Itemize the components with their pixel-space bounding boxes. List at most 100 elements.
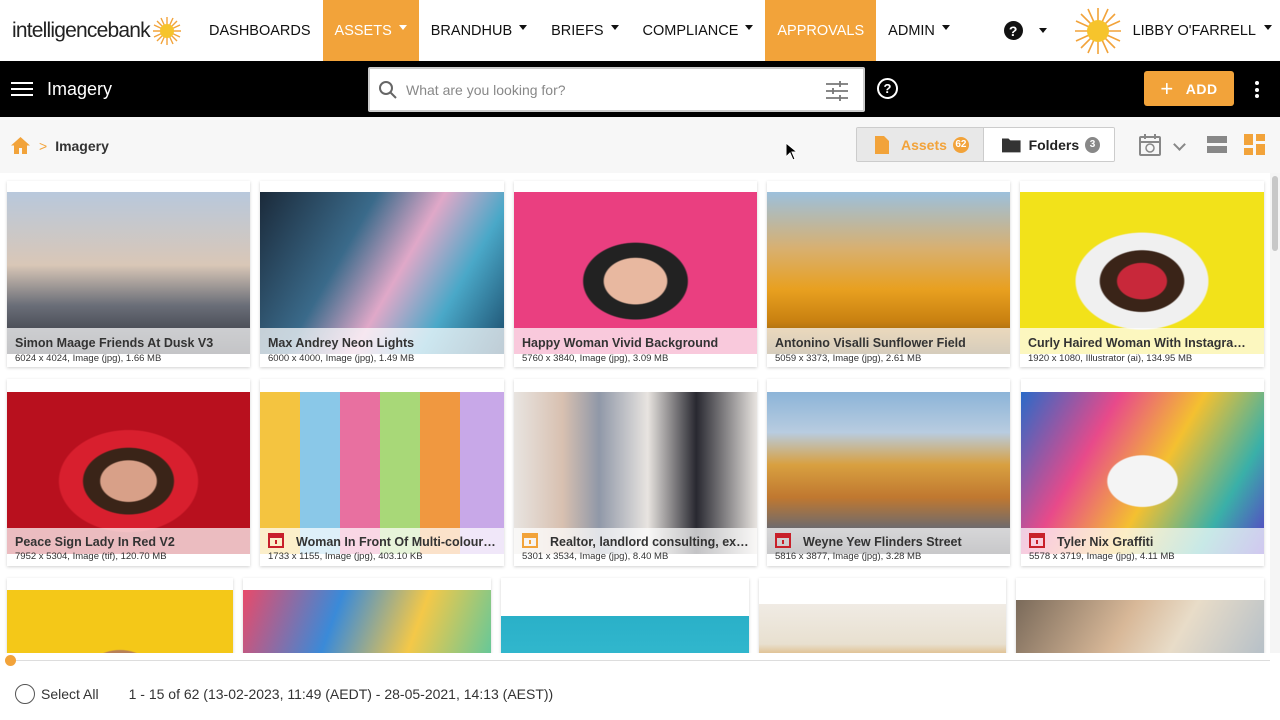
assets-count-badge: 62	[952, 136, 969, 153]
asset-card[interactable]: Tyler Nix Graffiti 5578 x 3719, Image (j…	[1021, 379, 1264, 566]
nav-admin[interactable]: ADMIN	[876, 0, 962, 61]
search-icon	[379, 80, 397, 99]
footer-bar: Select All 1 - 15 of 62 (13-02-2023, 11:…	[0, 667, 1280, 720]
mouse-cursor-icon	[786, 143, 798, 161]
asset-card[interactable]	[501, 578, 749, 653]
sun-logo-icon	[152, 16, 181, 45]
assets-tab[interactable]: Assets 62	[857, 128, 984, 161]
asset-card[interactable]: Happy Woman Vivid Background 5760 x 3840…	[514, 181, 757, 367]
folders-count-badge: 3	[1085, 136, 1100, 153]
nav-dashboards[interactable]: DASHBOARDS	[197, 0, 323, 61]
asset-card[interactable]: Curly Haired Woman With Instagram Frame …	[1020, 181, 1264, 367]
asset-card[interactable]	[759, 578, 1006, 653]
asset-title: Peace Sign Lady In Red V2	[15, 535, 175, 549]
breadcrumb-current: Imagery	[55, 137, 109, 154]
view-toggle: Assets 62 Folders 3	[856, 127, 1115, 162]
asset-meta: 5760 x 3840, Image (jpg), 3.09 MB	[522, 353, 669, 364]
nav-approvals[interactable]: APPROVALS	[765, 0, 877, 61]
horizontal-scroll-track[interactable]	[0, 653, 1280, 667]
select-all-label[interactable]: Select All	[41, 686, 99, 702]
caret-down-icon	[398, 25, 407, 30]
asset-title: Weyne Yew Flinders Street	[803, 535, 962, 549]
nav-assets[interactable]: ASSETS	[322, 0, 419, 61]
asset-title: Simon Maage Friends At Dusk V3	[15, 336, 214, 350]
caret-down-icon	[1264, 25, 1272, 30]
breadcrumb: > Imagery	[11, 137, 109, 154]
calendar-sort-icon[interactable]	[1139, 134, 1161, 156]
asset-card[interactable]	[243, 578, 491, 653]
brand-logo[interactable]: intelligencebank	[0, 0, 197, 61]
breadcrumb-separator: >	[39, 137, 48, 154]
calendar-flag-icon	[522, 533, 538, 548]
folders-tab[interactable]: Folders 3	[984, 128, 1114, 161]
asset-card[interactable]: Realtor, landlord consulting, explaining…	[514, 379, 757, 566]
asset-title: Curly Haired Woman With Instagram Frame	[1028, 336, 1256, 350]
results-range: 1 - 15 of 62 (13-02-2023, 11:49 (AEDT) -…	[128, 685, 554, 702]
folder-icon	[1002, 138, 1021, 152]
asset-card[interactable]: Simon Maage Friends At Dusk V3 6024 x 40…	[7, 181, 250, 367]
asset-thumbnail	[501, 616, 749, 653]
caret-down-icon	[941, 25, 950, 30]
home-icon[interactable]	[11, 137, 30, 154]
nav-briefs[interactable]: BRIEFS	[539, 0, 630, 61]
caret-down-icon	[610, 25, 619, 30]
search-input[interactable]	[406, 81, 806, 98]
asset-meta: 5059 x 3373, Image (jpg), 2.61 MB	[775, 353, 922, 364]
vertical-scrollbar[interactable]	[1270, 173, 1280, 653]
asset-meta: 5816 x 3877, Image (jpg), 3.28 MB	[775, 551, 922, 562]
caret-down-icon	[519, 25, 528, 30]
help-icon: ?	[1003, 21, 1023, 40]
asset-title: Woman In Front Of Multi-coloured Wall	[296, 535, 496, 549]
breadcrumb-bar: > Imagery Assets 62 Folders 3	[0, 117, 1280, 173]
asset-card[interactable]	[1016, 578, 1264, 653]
asset-title: Antonino Visalli Sunflower Field	[775, 336, 966, 350]
calendar-flag-icon	[268, 533, 284, 548]
asset-card[interactable]	[7, 578, 233, 653]
select-all-checkbox[interactable]	[15, 683, 35, 704]
asset-title: Happy Woman Vivid Background	[522, 336, 719, 350]
asset-card[interactable]: Peace Sign Lady In Red V2 7952 x 5304, I…	[7, 379, 250, 566]
asset-card[interactable]: Weyne Yew Flinders Street 5816 x 3877, I…	[767, 379, 1010, 566]
more-options-icon[interactable]	[1255, 81, 1261, 101]
toolbar: Imagery ? + ADD	[0, 61, 1280, 117]
chevron-down-icon[interactable]	[1173, 138, 1186, 151]
list-view-icon[interactable]	[1207, 136, 1227, 153]
plus-icon: +	[1160, 75, 1174, 101]
brand-wordmark: intelligencebank	[12, 18, 151, 42]
user-menu[interactable]: LIBBY O'FARRELL	[1057, 6, 1280, 56]
asset-thumbnail	[7, 590, 233, 653]
top-navigation: intelligencebank DASHBOARDS ASSETS BRAND…	[0, 0, 1280, 61]
file-icon	[875, 135, 889, 154]
filter-sliders-icon[interactable]	[825, 80, 849, 102]
nav-compliance[interactable]: COMPLIANCE	[631, 0, 766, 61]
calendar-flag-icon	[775, 533, 791, 548]
menu-icon[interactable]	[11, 78, 33, 100]
asset-grid: Simon Maage Friends At Dusk V3 6024 x 40…	[0, 173, 1270, 653]
asset-thumbnail	[759, 604, 1006, 653]
help-menu[interactable]: ?	[994, 21, 1057, 40]
asset-card[interactable]: Max Andrey Neon Lights 6000 x 4000, Imag…	[260, 181, 504, 367]
avatar	[1074, 7, 1121, 54]
asset-meta: 5578 x 3719, Image (jpg), 4.11 MB	[1029, 551, 1175, 562]
asset-title: Tyler Nix Graffiti	[1057, 535, 1154, 549]
asset-thumbnail	[1016, 600, 1264, 653]
asset-card[interactable]: Woman In Front Of Multi-coloured Wall 17…	[260, 379, 504, 566]
scroll-handle[interactable]	[5, 655, 16, 666]
search-box[interactable]	[368, 67, 865, 112]
asset-card[interactable]: Antonino Visalli Sunflower Field 5059 x …	[767, 181, 1010, 367]
nav-brandhub[interactable]: BRANDHUB	[419, 0, 539, 61]
asset-meta: 7952 x 5304, Image (tif), 120.70 MB	[15, 551, 167, 562]
asset-meta: 5301 x 3534, Image (jpg), 8.40 MB	[522, 551, 669, 562]
grid-view-icon[interactable]	[1244, 134, 1265, 155]
asset-meta: 1733 x 1155, Image (jpg), 403.10 KB	[268, 551, 423, 562]
asset-meta: 6024 x 4024, Image (jpg), 1.66 MB	[15, 353, 162, 364]
section-title: Imagery	[47, 78, 113, 99]
add-button[interactable]: + ADD	[1144, 71, 1234, 106]
asset-meta: 1920 x 1080, Illustrator (ai), 134.95 MB	[1028, 353, 1193, 364]
asset-title: Realtor, landlord consulting, explaining	[550, 535, 749, 549]
asset-meta: 6000 x 4000, Image (jpg), 1.49 MB	[268, 353, 415, 364]
calendar-flag-icon	[1029, 533, 1045, 548]
user-name: LIBBY O'FARRELL	[1132, 22, 1256, 39]
help-icon[interactable]: ?	[877, 78, 898, 99]
asset-title: Max Andrey Neon Lights	[268, 336, 415, 350]
